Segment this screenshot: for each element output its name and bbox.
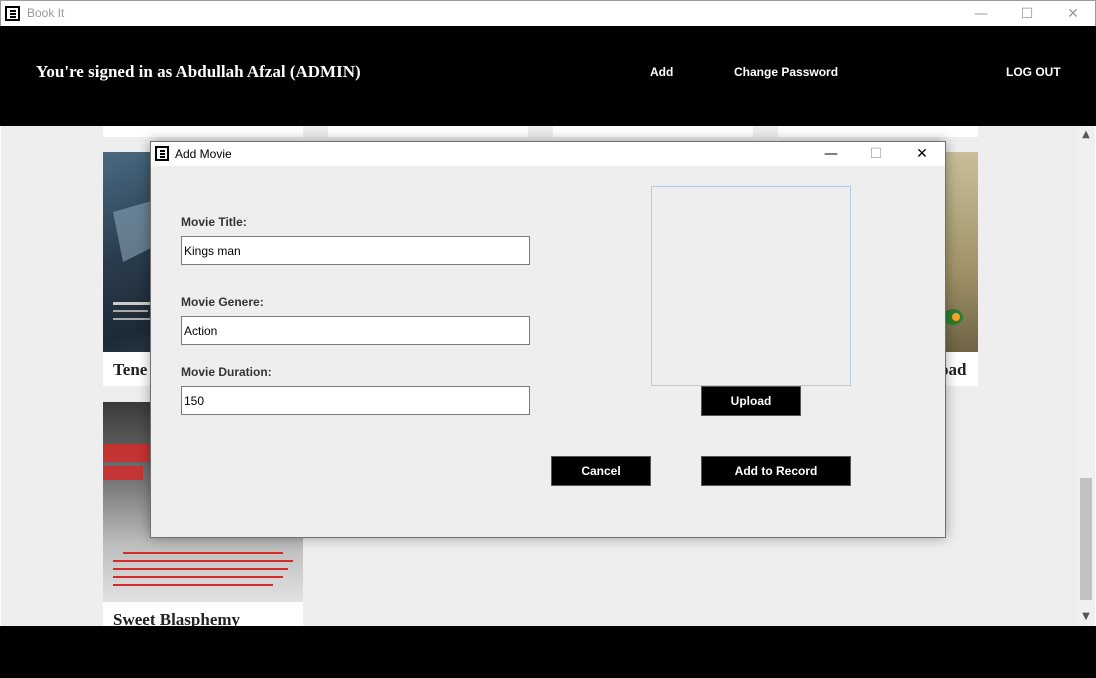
- close-icon[interactable]: ✕: [1050, 1, 1096, 27]
- nav-logout-link[interactable]: LOG OUT: [1006, 65, 1061, 79]
- dialog-maximize-icon[interactable]: ☐: [853, 142, 899, 166]
- cancel-button[interactable]: Cancel: [551, 456, 651, 486]
- minimize-icon[interactable]: —: [958, 1, 1004, 27]
- nav-change-password-link[interactable]: Change Password: [734, 65, 838, 79]
- movie-card[interactable]: [328, 126, 528, 137]
- scroll-down-icon[interactable]: ▼: [1077, 608, 1095, 626]
- app-header: You're signed in as Abdullah Afzal (ADMI…: [0, 26, 1096, 126]
- movie-genre-input[interactable]: [181, 316, 530, 345]
- add-movie-dialog: Add Movie — ☐ ✕ Movie Title: Movie Gener…: [150, 141, 946, 538]
- dialog-minimize-icon[interactable]: —: [808, 142, 854, 166]
- app-footer: [0, 626, 1096, 678]
- window-titlebar: Book It — ☐ ✕: [0, 0, 1096, 26]
- movie-card[interactable]: [778, 126, 978, 137]
- movie-card[interactable]: [553, 126, 753, 137]
- nav-add-link[interactable]: Add: [650, 65, 673, 79]
- vertical-scrollbar[interactable]: ▲ ▼: [1077, 126, 1095, 626]
- app-logo-icon: [5, 6, 20, 21]
- movie-title-label: Movie Title:: [181, 215, 247, 229]
- movie-card[interactable]: [103, 126, 303, 137]
- upload-button[interactable]: Upload: [701, 386, 801, 416]
- app-logo-icon: [155, 146, 169, 161]
- poster-preview: [651, 186, 851, 386]
- movie-duration-input[interactable]: [181, 386, 530, 415]
- scroll-up-icon[interactable]: ▲: [1077, 126, 1095, 144]
- movie-title: Sweet Blasphemy: [113, 610, 241, 626]
- movie-genre-label: Movie Genere:: [181, 295, 264, 309]
- movie-title-input[interactable]: [181, 236, 530, 265]
- window-title: Book It: [27, 6, 65, 20]
- movie-duration-label: Movie Duration:: [181, 365, 272, 379]
- dialog-close-icon[interactable]: ✕: [899, 142, 945, 166]
- maximize-icon[interactable]: ☐: [1004, 1, 1050, 27]
- dialog-titlebar: Add Movie — ☐ ✕: [151, 142, 945, 166]
- signed-in-label: You're signed in as Abdullah Afzal (ADMI…: [36, 62, 361, 81]
- dialog-title: Add Movie: [175, 147, 232, 161]
- scrollbar-thumb[interactable]: [1080, 478, 1092, 600]
- movie-title: Tene: [113, 360, 148, 379]
- add-to-record-button[interactable]: Add to Record: [701, 456, 851, 486]
